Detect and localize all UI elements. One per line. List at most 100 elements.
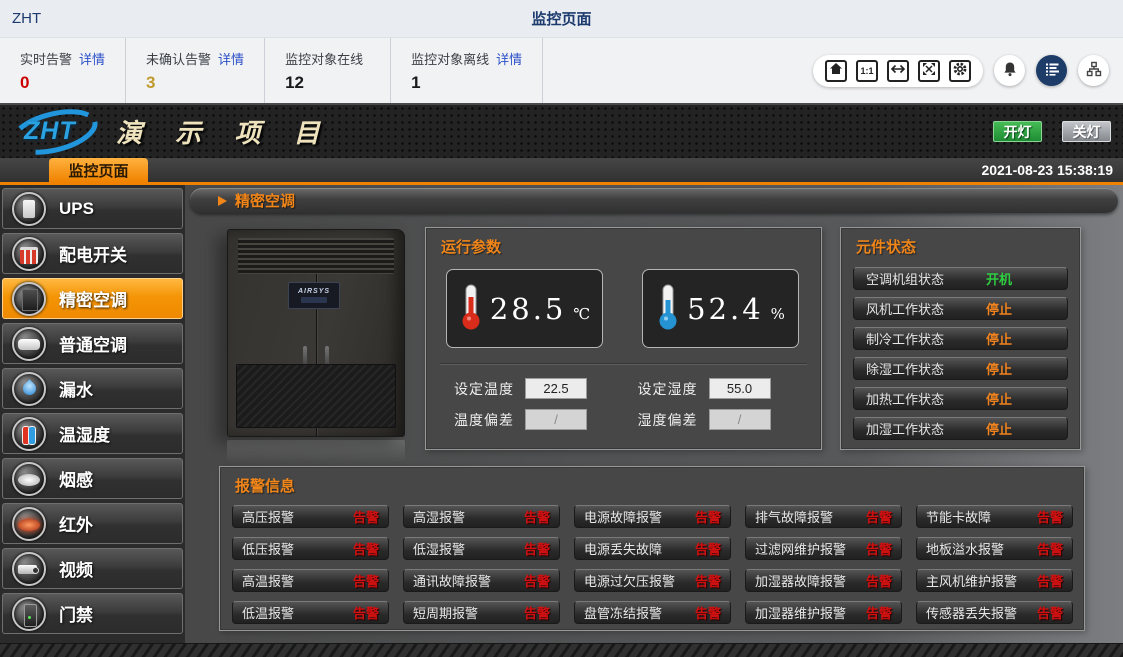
alarm-state-badge: 告警	[524, 603, 550, 622]
temp-humidity-icon	[12, 417, 46, 451]
temperature-deviation-value: /	[525, 409, 587, 430]
set-temperature-value[interactable]: 22.5	[525, 378, 587, 399]
sidebar-item[interactable]: 烟感	[2, 458, 183, 499]
ac-brand-label: AIRSYS	[298, 288, 330, 295]
notifications-button[interactable]	[994, 55, 1025, 86]
settings-button[interactable]	[949, 60, 971, 82]
sidebar-item-label: 温湿度	[59, 421, 110, 446]
stat-block: 监控对象离线 详情 1	[391, 38, 543, 103]
alarm-grid: 高压报警 告警 高湿报警 告警 电源故障报警 告警	[220, 496, 1084, 624]
humidity-card: 52.4 %	[642, 269, 799, 348]
status-row: 加湿工作状态 停止	[853, 417, 1068, 440]
water-leak-icon	[12, 372, 46, 406]
stat-detail-link[interactable]: 详情	[496, 49, 522, 68]
sidebar-item-label: 视频	[59, 556, 93, 581]
list-view-icon	[1043, 60, 1061, 81]
sidebar-item[interactable]: UPS	[2, 188, 183, 229]
alarm-state-badge: 告警	[1037, 507, 1063, 526]
one-to-one-button[interactable]: 1:1	[856, 60, 878, 82]
alarm-label: 高温报警	[242, 571, 294, 590]
temperature-value: 28.5	[490, 292, 567, 326]
bell-icon	[1001, 60, 1019, 81]
alarm-item: 低压报警 告警	[232, 537, 389, 560]
alarm-item: 电源丢失故障 告警	[574, 537, 731, 560]
topology-view-button[interactable]	[1078, 55, 1109, 86]
alarm-item: 传感器丢失报警 告警	[916, 601, 1073, 624]
alarm-state-badge: 告警	[866, 539, 892, 558]
alarm-item: 低温报警 告警	[232, 601, 389, 624]
alarm-label: 低湿报警	[413, 539, 465, 558]
alarm-item: 主风机维护报警 告警	[916, 569, 1073, 592]
door-access-icon	[12, 597, 46, 631]
ac-display-screen	[301, 297, 327, 303]
thermometer-blue-icon	[656, 282, 680, 335]
alarm-label: 过滤网维护报警	[755, 539, 846, 558]
stat-header: 监控对象在线	[285, 49, 370, 68]
stat-detail-link[interactable]: 详情	[79, 49, 105, 68]
settings-icon	[952, 61, 968, 80]
sidebar-item[interactable]: 红外	[2, 503, 183, 544]
alarm-item: 高温报警 告警	[232, 569, 389, 592]
alarm-state-badge: 告警	[1037, 539, 1063, 558]
light-controls: 开灯 关灯	[993, 121, 1111, 142]
set-temperature-row: 设定温度 22.5	[454, 378, 614, 399]
humidity-deviation-label: 湿度偏差	[638, 410, 698, 430]
sidebar-item-label: 门禁	[59, 601, 93, 626]
alarm-label: 地板溢水报警	[926, 539, 1004, 558]
alarm-label: 低温报警	[242, 603, 294, 622]
tab-monitoring-page[interactable]: 监控页面	[49, 158, 148, 182]
reading-cards: 28.5 ℃ 52.4 %	[426, 257, 821, 348]
sidebar-item[interactable]: 温湿度	[2, 413, 183, 454]
bottom-hatch-strip	[0, 643, 1123, 657]
temperature-deviation-row: 温度偏差 /	[454, 409, 614, 430]
sidebar-item[interactable]: 配电开关	[2, 233, 183, 274]
status-value: 停止	[986, 419, 1012, 438]
alarm-state-badge: 告警	[866, 507, 892, 526]
set-humidity-value[interactable]: 55.0	[709, 378, 771, 399]
top-bar: ZHT 监控页面	[0, 0, 1123, 38]
alarm-item: 电源故障报警 告警	[574, 505, 731, 528]
alarm-label: 电源过欠压报警	[584, 571, 675, 590]
alarm-state-badge: 告警	[524, 539, 550, 558]
fit-width-icon	[890, 61, 906, 80]
status-row: 加热工作状态 停止	[853, 387, 1068, 410]
list-view-button[interactable]	[1036, 55, 1067, 86]
alarm-label: 排气故障报警	[755, 507, 833, 526]
video-icon	[12, 552, 46, 586]
fullscreen-button[interactable]	[918, 60, 940, 82]
light-on-button[interactable]: 开灯	[993, 121, 1042, 142]
element-status-panel: 元件状态 空调机组状态 开机 风机工作状态 停止	[840, 227, 1081, 450]
fit-width-button[interactable]	[887, 60, 909, 82]
sidebar-item-label: 精密空调	[59, 286, 127, 311]
stat-block: 监控对象在线 12	[265, 38, 391, 103]
stat-detail-link[interactable]: 详情	[218, 49, 244, 68]
thermometer-red-icon	[459, 282, 483, 335]
set-humidity-label: 设定湿度	[638, 379, 698, 399]
alarm-label: 加湿器维护报警	[755, 603, 846, 622]
alarm-label: 传感器丢失报警	[926, 603, 1017, 622]
alarm-label: 盘管冻结报警	[584, 603, 662, 622]
content-title: 精密空调	[235, 190, 295, 211]
alarm-state-badge: 告警	[353, 571, 379, 590]
stat-label: 监控对象离线	[411, 49, 489, 68]
home-button[interactable]	[825, 60, 847, 82]
sidebar-item[interactable]: 视频	[2, 548, 183, 589]
alarm-state-badge: 告警	[695, 571, 721, 590]
status-value: 开机	[986, 269, 1012, 288]
sidebar-item[interactable]: 漏水	[2, 368, 183, 409]
alarm-label: 短周期报警	[413, 603, 478, 622]
status-row: 风机工作状态 停止	[853, 297, 1068, 320]
panel-title: 报警信息	[220, 467, 1084, 496]
light-off-button[interactable]: 关灯	[1062, 121, 1111, 142]
main-area: UPS 配电开关 精密空调 普通空调	[0, 185, 1123, 643]
sidebar-item[interactable]: 精密空调	[2, 278, 183, 319]
banner: ZHT 演 示 项 目 开灯 关灯	[0, 103, 1123, 158]
alarm-state-badge: 告警	[524, 507, 550, 526]
alarm-state-badge: 告警	[695, 539, 721, 558]
stat-value: 0	[20, 73, 105, 93]
home-icon	[828, 61, 844, 80]
alarm-label: 电源故障报警	[584, 507, 662, 526]
breaker-icon	[12, 237, 46, 271]
sidebar-item[interactable]: 门禁	[2, 593, 183, 634]
sidebar-item[interactable]: 普通空调	[2, 323, 183, 364]
